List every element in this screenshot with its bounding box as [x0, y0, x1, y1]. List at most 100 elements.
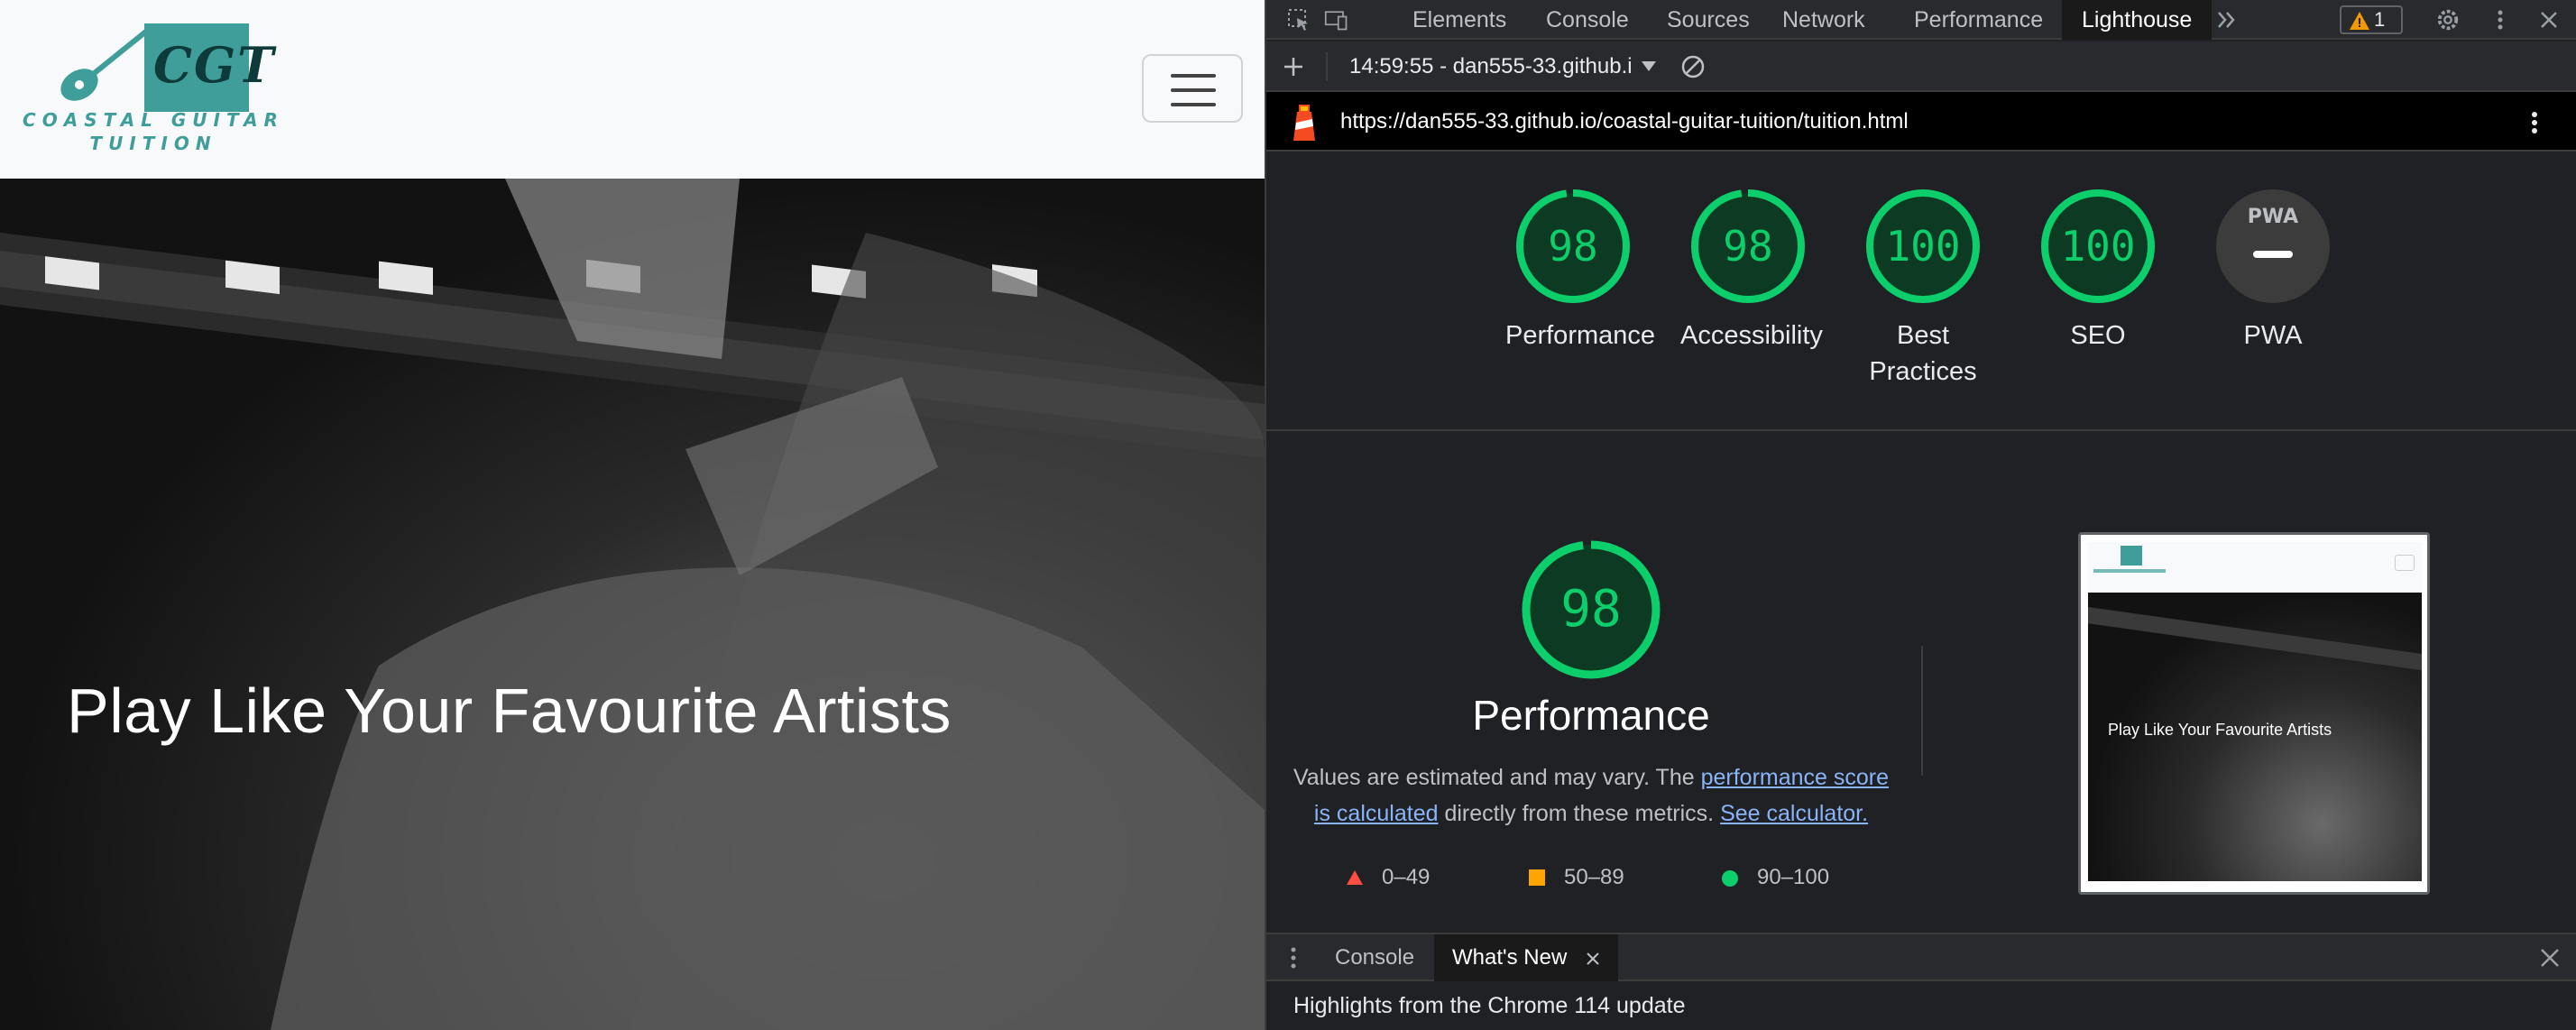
legend-fail: 0–49 — [1346, 864, 1430, 891]
triangle-icon — [1347, 870, 1363, 885]
hero-guitar-image — [0, 179, 1265, 1030]
thumbnail-logo — [2121, 546, 2142, 566]
thumbnail-navbar — [2088, 542, 2422, 593]
gauge-label: Performance — [1505, 321, 1656, 350]
hamburger-icon — [1171, 74, 1216, 78]
toolbar-separator — [1326, 52, 1328, 81]
inspect-element-icon[interactable] — [1286, 7, 1311, 32]
drawer-tab-label: What's New — [1452, 945, 1568, 970]
final-screenshot-thumbnail[interactable]: Play Like Your Favourite Artists — [2078, 532, 2430, 895]
performance-score: 98 — [1560, 580, 1622, 639]
drawer-menu-icon[interactable] — [1288, 945, 1299, 970]
whats-new-panel: Highlights from the Chrome 114 update — [1266, 981, 2576, 1030]
settings-gear-icon[interactable] — [2435, 7, 2461, 32]
drawer-tab-whats-new[interactable]: What's New — [1434, 934, 1618, 981]
vertical-divider — [1921, 646, 1923, 776]
thumbnail-menu-icon — [2395, 555, 2415, 571]
thumbnail-hero-title: Play Like Your Favourite Artists — [2108, 721, 2332, 739]
gauge-pwa[interactable]: PWA PWA — [2205, 188, 2341, 354]
report-selector[interactable]: 14:59:55 - dan555-33.github.i — [1349, 41, 1633, 92]
devtools-panel: Elements Console Sources Network Perform… — [1265, 0, 2576, 1030]
legend-pass: 90–100 — [1721, 864, 1829, 891]
tab-console[interactable]: Console — [1542, 0, 1633, 40]
note-text: directly from these metrics. — [1438, 801, 1721, 826]
report-url-bar: https://dan555-33.github.io/coastal-guit… — [1266, 92, 2576, 152]
report-menu-icon[interactable] — [2525, 110, 2544, 135]
gauge-score: 98 — [1548, 222, 1598, 271]
thumbnail-hero: Play Like Your Favourite Artists — [2088, 593, 2422, 881]
gauge-ring: 100 — [2039, 188, 2157, 305]
lighthouse-toolbar: 14:59:55 - dan555-33.github.i — [1266, 41, 2576, 92]
performance-score-gauge: 98 — [1521, 539, 1661, 680]
report-url[interactable]: https://dan555-33.github.io/coastal-guit… — [1340, 92, 1909, 152]
gauge-score: 100 — [1885, 222, 1961, 271]
site-logo[interactable]: CGT COASTAL GUITAR TUITION — [18, 20, 289, 155]
performance-note: Values are estimated and may vary. The p… — [1284, 759, 1898, 832]
hamburger-line — [1171, 88, 1216, 92]
hero-title: Play Like Your Favourite Artists — [67, 676, 952, 746]
logo-monogram: CGT — [153, 36, 276, 94]
gauge-label: Accessibility — [1680, 321, 1823, 350]
performance-title: Performance — [1472, 692, 1710, 739]
customize-menu-icon[interactable] — [2488, 7, 2513, 32]
screen: CGT COASTAL GUITAR TUITION Play Like You… — [0, 0, 2576, 1030]
gauge-score: 100 — [2060, 222, 2136, 271]
more-tabs-chevron-icon[interactable] — [2215, 7, 2240, 32]
logo-line-1: COASTAL GUITAR — [23, 109, 284, 131]
close-devtools-icon[interactable] — [2536, 7, 2562, 32]
legend-range: 90–100 — [1757, 865, 1830, 889]
devtools-tab-bar: Elements Console Sources Network Perform… — [1266, 0, 2576, 40]
gauge-label: PWA — [2243, 321, 2303, 350]
device-toolbar-icon[interactable] — [1324, 7, 1349, 32]
gauge-ring: 98 — [1689, 188, 1807, 305]
logo-wordmark: COASTAL GUITAR TUITION — [18, 108, 289, 155]
close-drawer-icon[interactable] — [2538, 946, 2562, 970]
chevron-down-icon[interactable] — [1642, 61, 1656, 71]
drawer-tab-bar: Console What's New — [1266, 933, 2576, 981]
gauge-score: 98 — [1723, 222, 1773, 271]
clear-reports-icon[interactable] — [1679, 53, 1707, 80]
legend-average: 50–89 — [1528, 864, 1624, 891]
guitar-icon — [60, 24, 153, 101]
close-tab-icon[interactable] — [1586, 952, 1600, 966]
pwa-badge-text: PWA — [2247, 206, 2299, 228]
gauge-ring: PWA — [2214, 188, 2332, 305]
gauge-accessibility[interactable]: 98 Accessibility — [1680, 188, 1823, 354]
square-icon — [1529, 869, 1545, 886]
warnings-badge[interactable]: 1 — [2340, 5, 2403, 34]
website-viewport: CGT COASTAL GUITAR TUITION Play Like You… — [0, 0, 1265, 1030]
gauge-ring: 98 — [1514, 188, 1632, 305]
gauge-label-line-1: Best — [1896, 321, 1950, 350]
tab-performance[interactable]: Performance — [1910, 0, 2047, 40]
tab-network[interactable]: Network — [1779, 0, 1869, 40]
new-report-plus-icon[interactable] — [1281, 54, 1306, 79]
warning-icon — [2350, 12, 2369, 30]
thumbnail-logo-text — [2093, 569, 2166, 573]
gauge-performance[interactable]: 98 Performance — [1505, 188, 1656, 354]
whats-new-headline: Highlights from the Chrome 114 update — [1293, 993, 1686, 1018]
thumbnail-fretboard — [2088, 607, 2422, 676]
warning-count: 1 — [2374, 8, 2386, 31]
circle-icon — [1722, 870, 1738, 887]
note-text: Values are estimated and may vary. The — [1293, 765, 1701, 790]
site-navbar: CGT COASTAL GUITAR TUITION — [0, 0, 1265, 179]
legend-range: 50–89 — [1564, 865, 1624, 889]
drawer-tab-console[interactable]: Console — [1335, 934, 1414, 981]
logo-line-2: TUITION — [89, 133, 217, 154]
gauge-label: SEO — [2070, 321, 2126, 350]
see-calculator-link[interactable]: See calculator. — [1720, 801, 1868, 826]
tab-sources[interactable]: Sources — [1663, 0, 1753, 40]
tab-elements[interactable]: Elements — [1409, 0, 1510, 40]
hamburger-line — [1171, 103, 1216, 106]
gauge-seo[interactable]: 100 SEO — [2030, 188, 2166, 354]
section-divider — [1266, 429, 2576, 431]
lighthouse-logo-icon — [1293, 105, 1315, 141]
gauge-label: Best Practices — [1855, 317, 1991, 390]
gauge-best-practices[interactable]: 100 Best Practices — [1855, 188, 1991, 390]
gauge-label-line-2: Practices — [1869, 357, 1977, 386]
navbar-toggler-button[interactable] — [1142, 54, 1243, 123]
gauge-ring: 100 — [1864, 188, 1982, 305]
tab-lighthouse[interactable]: Lighthouse — [2062, 0, 2213, 40]
hero-section: Play Like Your Favourite Artists — [0, 179, 1265, 1030]
lighthouse-report: 98 Performance 98 Accessibility 100 Best… — [1266, 152, 2576, 933]
